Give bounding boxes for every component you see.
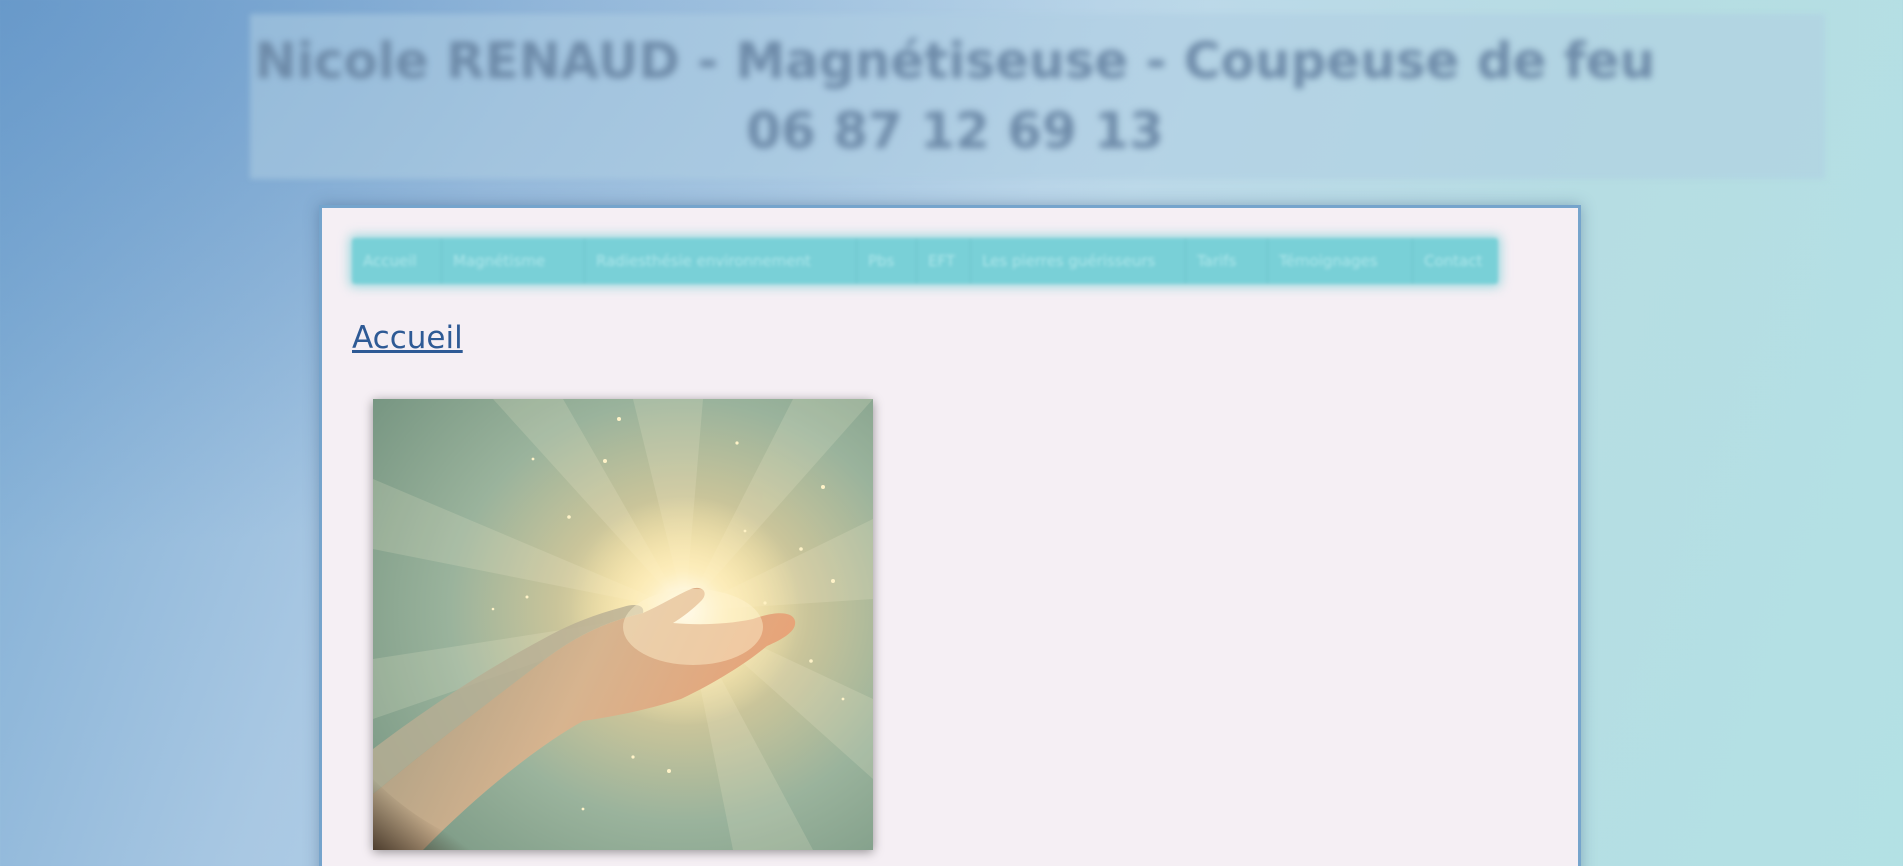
nav-item-contact[interactable]: Contact bbox=[1413, 238, 1498, 284]
main-nav: Accueil Magnétisme Radiesthésie environn… bbox=[352, 238, 1498, 284]
content-panel: Accueil Magnétisme Radiesthésie environn… bbox=[319, 205, 1581, 866]
nav-item-accueil[interactable]: Accueil bbox=[352, 238, 442, 284]
site-title-line-1: Nicole RENAUD - Magnétiseuse - Coupeuse … bbox=[254, 32, 1656, 90]
nav-item-magnetisme[interactable]: Magnétisme bbox=[442, 238, 585, 284]
site-header: Nicole RENAUD - Magnétiseuse - Coupeuse … bbox=[250, 14, 1825, 179]
site-title-phone: 06 87 12 69 13 bbox=[746, 102, 1164, 160]
nav-item-pierres[interactable]: Les pierres guérisseurs bbox=[971, 238, 1186, 284]
site-title: Nicole RENAUD - Magnétiseuse - Coupeuse … bbox=[250, 14, 1660, 166]
healing-hands-image bbox=[373, 399, 873, 850]
nav-item-temoignages[interactable]: Témoignages bbox=[1268, 238, 1413, 284]
nav-item-pbs[interactable]: Pbs bbox=[857, 238, 917, 284]
nav-item-radiesthesie[interactable]: Radiesthésie environnement bbox=[585, 238, 857, 284]
nav-item-tarifs[interactable]: Tarifs bbox=[1186, 238, 1268, 284]
nav-item-eft[interactable]: EFT bbox=[917, 238, 971, 284]
page-heading-link[interactable]: Accueil bbox=[352, 320, 463, 356]
